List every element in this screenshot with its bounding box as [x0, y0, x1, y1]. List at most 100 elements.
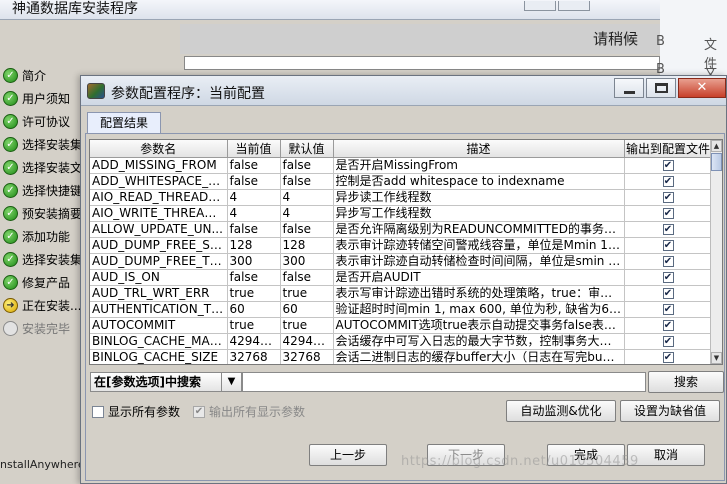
column-header-current[interactable]: 当前值 — [227, 140, 281, 158]
cell-name[interactable]: ALLOW_UPDATE_UN... — [90, 221, 228, 238]
cell-default[interactable]: 42949... — [280, 333, 334, 350]
column-header-description[interactable]: 描述 — [333, 140, 625, 158]
checkbox-checked-icon[interactable]: ✔ — [662, 240, 674, 251]
cell-desc[interactable]: 验证超时时间min 1, max 600, 单位为秒, 缺省为60s — [333, 301, 625, 318]
cell-desc[interactable]: 是否开启AUDIT — [333, 269, 625, 286]
cell-output[interactable]: ✔ — [624, 349, 713, 364]
set-default-button[interactable]: 设置为缺省值 — [620, 400, 720, 422]
cell-current[interactable]: false — [227, 157, 281, 174]
checkbox-checked-icon[interactable]: ✔ — [662, 272, 674, 283]
column-header-name[interactable]: 参数名 — [90, 140, 228, 158]
checkbox-checked-icon[interactable]: ✔ — [662, 208, 674, 219]
cell-current[interactable]: 128 — [227, 237, 281, 254]
previous-button[interactable]: 上一步 — [309, 444, 387, 466]
cell-output[interactable]: ✔ — [624, 285, 713, 302]
cell-desc[interactable]: 表示审计踪迹转储空间警戒线容量，单位是Mmin 16,... — [333, 237, 625, 254]
cell-current[interactable]: false — [227, 269, 281, 286]
cell-current[interactable]: true — [227, 285, 281, 302]
cell-desc[interactable]: 表示审计踪迹自动转储检查时间间隔，单位是smin 3... — [333, 253, 625, 270]
cell-name[interactable]: BINLOG_CACHE_SIZE — [90, 349, 228, 364]
scroll-up-arrow-icon[interactable]: ▲ — [711, 140, 722, 152]
cell-current[interactable]: 60 — [227, 301, 281, 318]
checkbox-icon[interactable] — [92, 405, 104, 418]
cell-default[interactable]: false — [280, 221, 334, 238]
cell-name[interactable]: BINLOG_CACHE_MAX... — [90, 333, 228, 350]
cell-default[interactable]: 4 — [280, 189, 334, 206]
cell-desc[interactable]: 表示写审计踪迹出错时系统的处理策略，true：审计... — [333, 285, 625, 302]
table-row[interactable]: AIO_READ_THREAD_... 4 4 异步读工作线程数 ✔ — [90, 189, 713, 206]
cell-name[interactable]: AUD_DUMP_FREE_TI... — [90, 253, 228, 270]
checkbox-checked-icon[interactable]: ✔ — [662, 336, 674, 347]
table-row[interactable]: BINLOG_CACHE_MAX... 42949... 42949... 会话缓存中… — [90, 333, 713, 350]
column-header-default[interactable]: 默认值 — [280, 140, 334, 158]
auto-optimize-button[interactable]: 自动监测&优化 — [506, 400, 616, 422]
checkbox-checked-icon[interactable]: ✔ — [193, 405, 205, 418]
cell-desc[interactable]: 控制是否add whitespace to indexname — [333, 173, 625, 190]
cell-name[interactable]: AUTOCOMMIT — [90, 317, 228, 334]
table-row[interactable]: AUD_DUMP_FREE_SI... 128 128 表示审计踪迹转储空间警戒线容量… — [90, 237, 713, 254]
cell-current[interactable]: false — [227, 173, 281, 190]
cell-default[interactable]: 60 — [280, 301, 334, 318]
table-row[interactable]: ADD_WHITESPACE_T... false false 控制是否add whi… — [90, 173, 713, 190]
cell-name[interactable]: AUD_TRL_WRT_ERR — [90, 285, 228, 302]
table-vertical-scrollbar[interactable]: ▲ ▼ — [710, 140, 722, 364]
maximize-button[interactable] — [646, 78, 676, 98]
minimize-button[interactable] — [524, 1, 556, 11]
cell-name[interactable]: AUD_DUMP_FREE_SI... — [90, 237, 228, 254]
cell-name[interactable]: AIO_WRITE_THREAD... — [90, 205, 228, 222]
cell-default[interactable]: 32768 — [280, 349, 334, 364]
table-row[interactable]: AUD_IS_ON false false 是否开启AUDIT ✔ — [90, 269, 713, 286]
cell-desc[interactable]: 是否允许隔离级别为READUNCOMMITTED的事务进... — [333, 221, 625, 238]
close-button[interactable]: ✕ — [678, 78, 726, 98]
checkbox-checked-icon[interactable]: ✔ — [662, 288, 674, 299]
table-row[interactable]: AIO_WRITE_THREAD... 4 4 异步写工作线程数 ✔ — [90, 205, 713, 222]
cell-output[interactable]: ✔ — [624, 269, 713, 286]
cell-current[interactable]: 4 — [227, 205, 281, 222]
checkbox-checked-icon[interactable]: ✔ — [662, 192, 674, 203]
cell-default[interactable]: true — [280, 317, 334, 334]
cell-desc[interactable]: 会话缓存中可写入日志的最大字节数，控制事务大小... — [333, 333, 625, 350]
cell-output[interactable]: ✔ — [624, 253, 713, 270]
cell-name[interactable]: ADD_WHITESPACE_T... — [90, 173, 228, 190]
cell-output[interactable]: ✔ — [624, 173, 713, 190]
cell-output[interactable]: ✔ — [624, 317, 713, 334]
table-row[interactable]: AUD_TRL_WRT_ERR true true 表示写审计踪迹出错时系统的处理策略… — [90, 285, 713, 302]
chevron-down-icon[interactable]: ▼ — [221, 373, 241, 391]
cell-current[interactable]: false — [227, 221, 281, 238]
cell-current[interactable]: 32768 — [227, 349, 281, 364]
cell-desc[interactable]: 异步读工作线程数 — [333, 189, 625, 206]
cell-output[interactable]: ✔ — [624, 189, 713, 206]
checkbox-checked-icon[interactable]: ✔ — [662, 320, 674, 331]
cell-name[interactable]: AUD_IS_ON — [90, 269, 228, 286]
scroll-down-arrow-icon[interactable]: ▼ — [711, 352, 722, 364]
cell-name[interactable]: AUTHENTICATION_TI... — [90, 301, 228, 318]
checkbox-checked-icon[interactable]: ✔ — [662, 160, 674, 171]
cell-desc[interactable]: 是否开启MissingFrom — [333, 157, 625, 174]
search-input[interactable] — [242, 372, 646, 392]
search-button[interactable]: 搜索 — [648, 371, 724, 393]
table-row[interactable]: AUTOCOMMIT true true AUTOCOMMIT选项true表示自动提交… — [90, 317, 713, 334]
output-all-params-checkbox[interactable]: ✔ 输出所有显示参数 — [193, 403, 305, 420]
cell-name[interactable]: ADD_MISSING_FROM — [90, 157, 228, 174]
search-scope-select[interactable]: 在[参数选项]中搜索 ▼ — [90, 372, 242, 392]
cell-default[interactable]: false — [280, 173, 334, 190]
cell-output[interactable]: ✔ — [624, 157, 713, 174]
cell-output[interactable]: ✔ — [624, 205, 713, 222]
cell-output[interactable]: ✔ — [624, 237, 713, 254]
checkbox-checked-icon[interactable]: ✔ — [662, 352, 674, 363]
checkbox-checked-icon[interactable]: ✔ — [662, 176, 674, 187]
cell-default[interactable]: 4 — [280, 205, 334, 222]
table-row[interactable]: AUTHENTICATION_TI... 60 60 验证超时时间min 1, max… — [90, 301, 713, 318]
cell-desc[interactable]: 异步写工作线程数 — [333, 205, 625, 222]
maximize-button[interactable] — [558, 1, 590, 11]
cell-default[interactable]: 300 — [280, 253, 334, 270]
column-header-output[interactable]: 输出到配置文件 — [624, 140, 713, 158]
cell-current[interactable]: 300 — [227, 253, 281, 270]
cell-default[interactable]: false — [280, 269, 334, 286]
cell-current[interactable]: true — [227, 317, 281, 334]
cell-output[interactable]: ✔ — [624, 301, 713, 318]
cell-current[interactable]: 4 — [227, 189, 281, 206]
cell-desc[interactable]: AUTOCOMMIT选项true表示自动提交事务false表示... — [333, 317, 625, 334]
checkbox-checked-icon[interactable]: ✔ — [662, 304, 674, 315]
table-row[interactable]: BINLOG_CACHE_SIZE 32768 32768 会话二进制日志的缓存buf… — [90, 349, 713, 364]
